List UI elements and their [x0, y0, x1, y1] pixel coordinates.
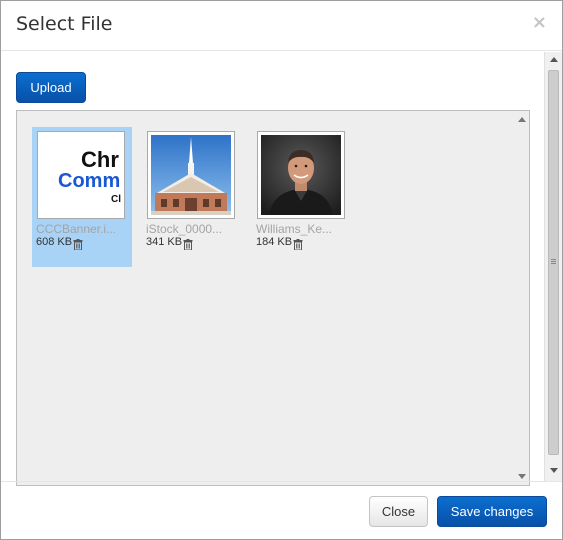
portrait-photo-icon [261, 135, 341, 215]
close-icon[interactable]: × [532, 12, 547, 33]
banner-text-line3: Cl [111, 194, 121, 205]
file-browser: Chr Comm Cl CCCBanner.i... 608 KB iStock… [16, 110, 530, 486]
grip-line [551, 261, 556, 262]
file-size: 184 KB [256, 236, 293, 248]
scroll-up-arrow-icon[interactable] [518, 117, 526, 122]
dialog-header: Select File × [1, 1, 562, 51]
file-size: 341 KB [146, 236, 183, 248]
dialog-body: Upload Chr Comm Cl CCCBanner.i... 608 KB [1, 52, 546, 486]
scroll-down-arrow-icon[interactable] [550, 468, 558, 473]
file-item-istock[interactable]: iStock_0000... 341 KB [142, 127, 242, 267]
file-browser-scrollbar[interactable] [515, 111, 529, 485]
select-file-dialog: Select File × Upload Chr Comm Cl CCCBann… [0, 0, 563, 540]
file-size: 608 KB [36, 236, 73, 248]
dialog-scrollbar[interactable] [544, 52, 562, 481]
file-thumbnail: Chr Comm Cl [37, 131, 125, 219]
close-button[interactable]: Close [369, 496, 428, 527]
scroll-up-arrow-icon[interactable] [550, 57, 558, 62]
dialog-footer: Close Save changes [1, 481, 562, 539]
grip-line [551, 259, 556, 260]
church-photo-icon [151, 135, 231, 215]
trash-icon[interactable] [183, 239, 193, 250]
scrollbar-thumb[interactable] [548, 70, 559, 455]
trash-icon[interactable] [73, 239, 83, 250]
file-name: iStock_0000... [146, 222, 223, 236]
scroll-down-arrow-icon[interactable] [518, 474, 526, 479]
banner-text-line2: Comm [58, 170, 121, 192]
upload-button[interactable]: Upload [16, 72, 86, 103]
file-name: Williams_Ke... [256, 222, 333, 236]
banner-image-icon: Chr Comm Cl [41, 135, 121, 215]
file-item-cccbanner[interactable]: Chr Comm Cl CCCBanner.i... 608 KB [32, 127, 132, 267]
file-thumbnail [147, 131, 235, 219]
file-thumbnail [257, 131, 345, 219]
dialog-title: Select File [16, 13, 113, 35]
grip-line [551, 263, 556, 264]
save-changes-button[interactable]: Save changes [437, 496, 547, 527]
file-name: CCCBanner.i... [36, 222, 117, 236]
trash-icon[interactable] [293, 239, 303, 250]
file-item-williams[interactable]: Williams_Ke... 184 KB [252, 127, 352, 267]
